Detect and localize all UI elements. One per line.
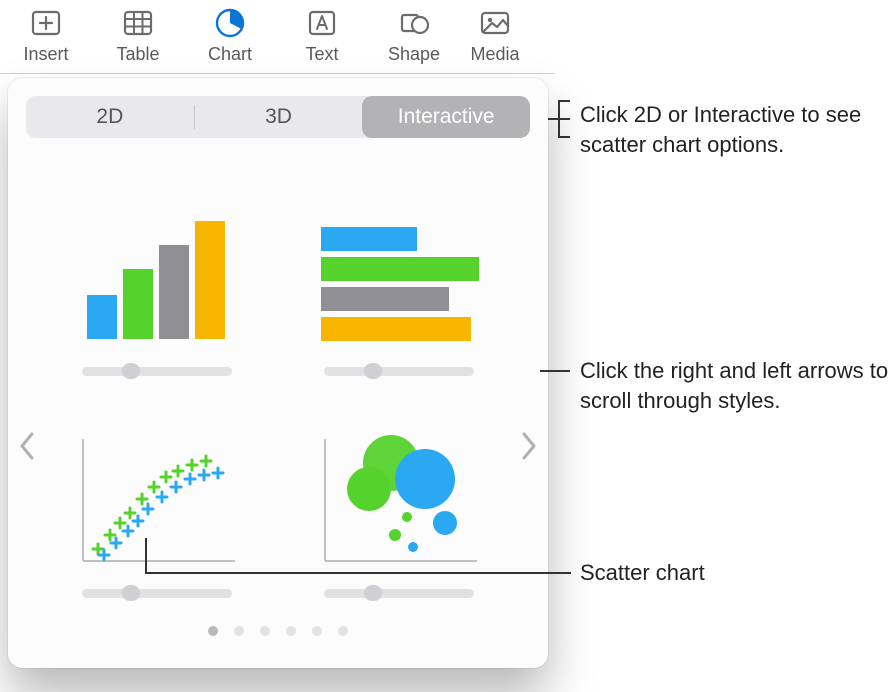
chevron-right-icon (520, 431, 538, 461)
callout-bracket (558, 100, 560, 138)
chart-type-popover: 2D 3D Interactive (8, 78, 548, 668)
slider-thumb[interactable] (364, 585, 382, 601)
segment-2d[interactable]: 2D (26, 96, 194, 138)
toolbar-media[interactable]: Media (460, 4, 530, 65)
segment-3d[interactable]: 3D (195, 96, 363, 138)
callout-bracket-bot (558, 136, 570, 138)
callout-text-top: Click 2D or Interactive to see scatter c… (580, 100, 890, 159)
toolbar-label: Media (470, 44, 519, 65)
page-dot[interactable] (260, 626, 270, 636)
chart-style-slider[interactable] (82, 589, 232, 598)
chart-style-option-bubble[interactable] (296, 400, 502, 598)
toolbar-table[interactable]: Table (92, 4, 184, 65)
callout-line (540, 370, 570, 372)
toolbar-insert[interactable]: Insert (0, 4, 92, 65)
toolbar-text[interactable]: Text (276, 4, 368, 65)
page-dot[interactable] (234, 626, 244, 636)
bar-chart-preview-icon (317, 209, 481, 349)
toolbar-label: Shape (388, 44, 440, 65)
media-icon (476, 4, 514, 42)
callout-bracket-top (558, 100, 570, 102)
toolbar-label: Text (305, 44, 338, 65)
column-chart-preview-icon (75, 209, 239, 349)
text-icon (303, 4, 341, 42)
slider-thumb[interactable] (122, 585, 140, 601)
chart-style-option-scatter[interactable] (54, 400, 260, 598)
page-dot[interactable] (312, 626, 322, 636)
prev-page-arrow[interactable] (14, 424, 40, 468)
page-dot[interactable] (338, 626, 348, 636)
toolbar-label: Insert (23, 44, 68, 65)
table-icon (119, 4, 157, 42)
chart-style-grid (26, 138, 530, 618)
chart-style-slider[interactable] (82, 367, 232, 376)
callout-line-h (145, 572, 571, 574)
bubble-chart-preview-icon (317, 431, 481, 571)
slider-thumb[interactable] (122, 363, 140, 379)
chart-style-slider[interactable] (324, 589, 474, 598)
toolbar-label: Table (116, 44, 159, 65)
callout-text-bottom: Scatter chart (580, 558, 890, 588)
page-indicator (26, 626, 530, 636)
scatter-chart-preview-icon (75, 431, 239, 571)
segment-interactive[interactable]: Interactive (362, 96, 530, 138)
callout-text-mid: Click the right and left arrows to scrol… (580, 356, 890, 415)
toolbar-label: Chart (208, 44, 252, 65)
page-dot[interactable] (208, 626, 218, 636)
shape-icon (395, 4, 433, 42)
toolbar-chart[interactable]: Chart (184, 4, 276, 65)
next-page-arrow[interactable] (516, 424, 542, 468)
chart-icon (211, 4, 249, 42)
chart-style-option-column[interactable] (54, 178, 260, 376)
chevron-left-icon (18, 431, 36, 461)
toolbar-shape[interactable]: Shape (368, 4, 460, 65)
chart-style-slider[interactable] (324, 367, 474, 376)
page-dot[interactable] (286, 626, 296, 636)
slider-thumb[interactable] (364, 363, 382, 379)
chart-type-segmented: 2D 3D Interactive (26, 96, 530, 138)
callout-line-v (145, 538, 147, 574)
insert-icon (27, 4, 65, 42)
toolbar: Insert Table Chart Text Shape Media (0, 0, 554, 74)
chart-style-option-bar[interactable] (296, 178, 502, 376)
